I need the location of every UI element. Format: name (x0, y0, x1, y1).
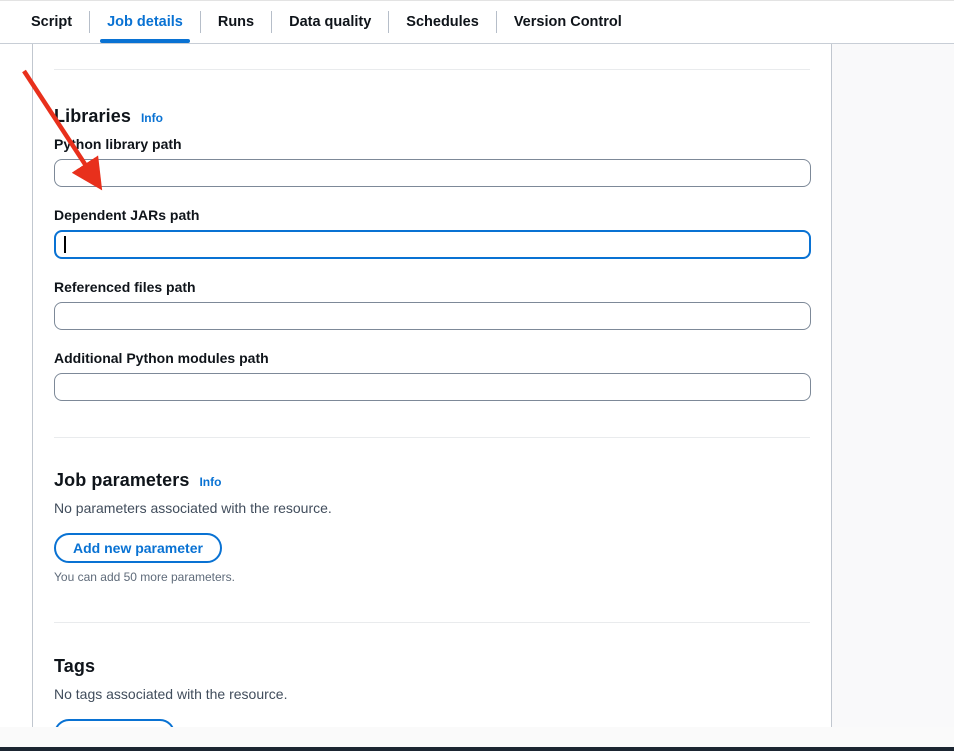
tab-schedules[interactable]: Schedules (389, 1, 496, 43)
job-tabs: Script Job details Runs Data quality Sch… (0, 1, 954, 44)
libraries-info-link[interactable]: Info (141, 111, 163, 125)
tags-empty-text: No tags associated with the resource. (54, 686, 810, 702)
job-parameters-helper-text: You can add 50 more parameters. (54, 570, 810, 584)
python-library-path-label: Python library path (54, 136, 810, 152)
job-parameters-heading: Job parameters (54, 470, 189, 491)
referenced-files-path-input[interactable] (54, 302, 811, 330)
text-cursor (64, 236, 66, 253)
window-bottom-bar (0, 747, 954, 751)
job-details-panel: Libraries Info Python library path Depen… (32, 44, 830, 727)
libraries-heading: Libraries (54, 106, 131, 127)
python-library-path-input[interactable] (54, 159, 811, 187)
glue-job-details-page: Script Job details Runs Data quality Sch… (0, 0, 954, 753)
section-divider (54, 437, 810, 438)
add-new-parameter-button[interactable]: Add new parameter (54, 533, 222, 563)
page-right-gutter (831, 44, 954, 727)
referenced-files-path-label: Referenced files path (54, 279, 810, 295)
add-new-tag-button[interactable]: Add new tag (54, 719, 175, 727)
tab-script[interactable]: Script (14, 1, 89, 43)
tab-version-control[interactable]: Version Control (497, 1, 639, 43)
additional-python-modules-path-input[interactable] (54, 373, 811, 401)
job-parameters-section: Job parameters Info No parameters associ… (54, 470, 810, 584)
dependent-jars-path-input[interactable] (54, 230, 811, 259)
dependent-jars-path-label: Dependent JARs path (54, 207, 810, 223)
job-parameters-empty-text: No parameters associated with the resour… (54, 500, 810, 516)
tags-heading: Tags (54, 656, 95, 677)
section-divider (54, 622, 810, 623)
footer-strip (0, 727, 954, 747)
tags-section: Tags No tags associated with the resourc… (54, 656, 810, 727)
tab-runs[interactable]: Runs (201, 1, 271, 43)
section-divider (54, 69, 810, 70)
job-parameters-info-link[interactable]: Info (199, 475, 221, 489)
tab-data-quality[interactable]: Data quality (272, 1, 388, 43)
libraries-section: Libraries Info Python library path Depen… (54, 106, 810, 401)
additional-python-modules-path-label: Additional Python modules path (54, 350, 810, 366)
tab-job-details[interactable]: Job details (90, 1, 200, 43)
